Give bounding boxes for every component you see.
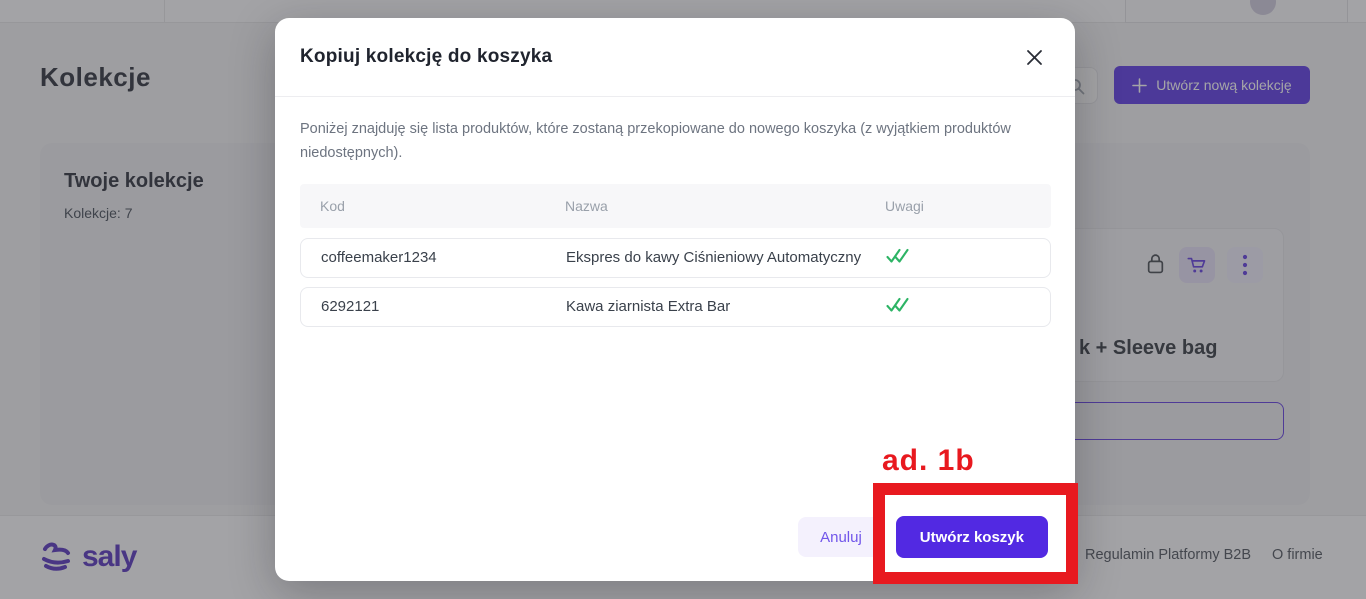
table-row: 6292121 Kawa ziarnista Extra Bar (300, 287, 1051, 327)
modal-header: Kopiuj kolekcję do koszyka (275, 18, 1075, 97)
cell-uwagi (886, 248, 1050, 268)
cell-nazwa: Ekspres do kawy Ciśnieniowy Automatyczny (566, 249, 886, 266)
column-header-uwagi: Uwagi (885, 198, 1051, 214)
table-rows: coffeemaker1234 Ekspres do kawy Ciśnieni… (300, 238, 1051, 327)
modal-title: Kopiuj kolekcję do koszyka (300, 46, 552, 68)
cell-kod: 6292121 (321, 298, 566, 315)
annotation-label: ad. 1b (882, 444, 975, 478)
table-header-row: Kod Nazwa Uwagi (300, 184, 1051, 228)
table-row: coffeemaker1234 Ekspres do kawy Ciśnieni… (300, 238, 1051, 278)
app-screen: Kolekcje Utwórz nową kolekcję Twoje kole… (0, 0, 1366, 599)
double-check-icon (886, 248, 909, 264)
create-cart-button[interactable]: Utwórz koszyk (896, 516, 1048, 558)
cell-nazwa: Kawa ziarnista Extra Bar (566, 298, 886, 315)
modal-body: Poniżej znajduję się lista produktów, kt… (275, 97, 1075, 327)
cell-uwagi (886, 297, 1050, 317)
cancel-button[interactable]: Anuluj (798, 517, 884, 557)
column-header-kod: Kod (320, 198, 565, 214)
cell-kod: coffeemaker1234 (321, 249, 566, 266)
close-icon (1026, 49, 1043, 66)
modal-close-button[interactable] (1021, 44, 1047, 70)
column-header-nazwa: Nazwa (565, 198, 885, 214)
double-check-icon (886, 297, 909, 313)
modal-description: Poniżej znajduję się lista produktów, kt… (300, 118, 1030, 166)
copy-collection-modal: Kopiuj kolekcję do koszyka Poniżej znajd… (275, 18, 1075, 581)
modal-actions: Anuluj Utwórz koszyk (798, 516, 1048, 558)
